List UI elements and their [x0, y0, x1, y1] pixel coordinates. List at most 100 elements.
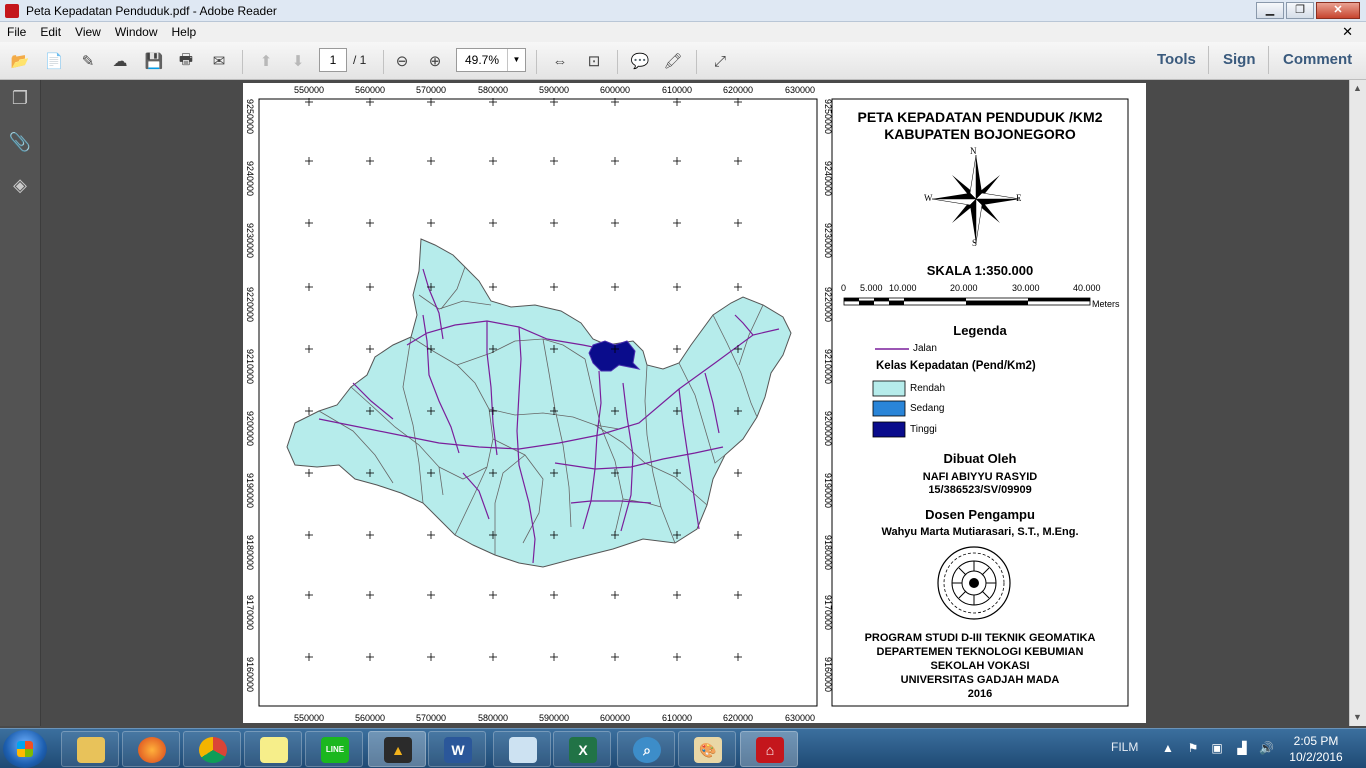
attachments-icon[interactable]: 📎 [8, 132, 32, 156]
vertical-scrollbar[interactable]: ▲ ▼ [1349, 80, 1366, 726]
fit-width-icon[interactable]: ⇔ [548, 50, 572, 72]
menu-edit[interactable]: Edit [33, 25, 68, 39]
y-tick-left-9160000: 9160000 [245, 657, 255, 692]
zoom-out-icon[interactable]: ⊖ [390, 50, 414, 72]
taskbar-adobe-reader[interactable]: ⌂ [740, 731, 798, 767]
clock-time: 2:05 PM [1293, 734, 1339, 748]
taskbar-explorer[interactable] [61, 731, 119, 767]
x-tick-bottom-560000: 560000 [355, 713, 385, 723]
sign-button[interactable]: Sign [1223, 51, 1256, 68]
tray-clock[interactable]: 2:05 PM 10/2/2016 [1286, 733, 1346, 765]
legend-swatch-sedang [872, 400, 906, 417]
firefox-icon [138, 737, 166, 763]
start-button[interactable] [3, 730, 47, 768]
full-screen-icon[interactable]: ⤢ [708, 50, 732, 72]
maximize-button[interactable]: ❐ [1286, 2, 1314, 19]
print-icon[interactable]: 🖶 [174, 50, 198, 72]
compass-east: E [1016, 193, 1022, 203]
zoom-select[interactable]: 49.7% ▼ [456, 48, 526, 72]
y-tick-left-9180000: 9180000 [245, 535, 255, 570]
cloud-upload-icon[interactable]: ☁ [108, 50, 132, 72]
previous-page-icon[interactable]: ⬆ [254, 50, 278, 72]
institution-line-3: SEKOLAH VOKASI [930, 660, 1030, 672]
institution-line-4: UNIVERSITAS GADJAH MADA [900, 674, 1060, 686]
scale-bar [843, 297, 1091, 306]
highlight-text-icon[interactable]: 🖍 [661, 50, 685, 72]
lecturer-name: Wahyu Marta Mutiarasari, S.T., M.Eng. [881, 526, 1079, 538]
document-page: 550000 560000 570000 580000 590000 600000 6100… [243, 83, 1146, 723]
scroll-down-icon[interactable]: ▼ [1353, 712, 1362, 722]
legend-label-tinggi: Tinggi [910, 424, 937, 435]
paint-palette-icon: 🎨 [694, 737, 722, 763]
chevron-down-icon[interactable]: ▼ [507, 49, 525, 71]
taskbar-notepad[interactable] [493, 731, 551, 767]
page-thumbnails-icon[interactable]: ❐ [8, 88, 32, 112]
adobe-reader-icon [5, 3, 19, 18]
tray-volume-icon[interactable]: 🔊 [1259, 741, 1274, 755]
menu-help[interactable]: Help [165, 25, 204, 39]
document-close-icon[interactable]: ✕ [1335, 24, 1360, 40]
adobe-reader-taskbar-icon: ⌂ [756, 737, 784, 763]
taskbar-word[interactable]: W [428, 731, 486, 767]
tools-button[interactable]: Tools [1157, 51, 1196, 68]
menu-view[interactable]: View [68, 25, 108, 39]
comment-button[interactable]: Comment [1283, 51, 1352, 68]
zoom-value: 49.7% [465, 53, 500, 67]
clock-date: 10/2/2016 [1289, 750, 1343, 764]
tray-film-label: FILM [1111, 740, 1139, 754]
layers-icon[interactable]: ◈ [8, 175, 32, 199]
scale-tick-1: 5.000 [860, 283, 883, 293]
menu-window[interactable]: Window [108, 25, 165, 39]
x-tick-top-560000: 560000 [355, 85, 385, 95]
page-number-input[interactable]: 1 [319, 48, 347, 72]
author-name: NAFI ABIYYU RASYID [922, 471, 1038, 483]
save-icon[interactable]: 💾 [142, 50, 166, 72]
windows-logo-icon [17, 741, 33, 757]
institution-year: 2016 [967, 688, 993, 700]
tray-expand-icon[interactable]: ▲ [1161, 741, 1175, 755]
sticky-note-icon[interactable]: 💬 [628, 50, 652, 72]
taskbar-paint[interactable]: 🎨 [678, 731, 736, 767]
zoom-in-icon[interactable]: ⊕ [423, 50, 447, 72]
edit-pdf-icon[interactable]: ✎ [76, 50, 100, 72]
compass-north: N [970, 146, 977, 156]
create-pdf-icon[interactable]: 📄 [42, 50, 66, 72]
x-tick-top-580000: 580000 [478, 85, 508, 95]
x-tick-bottom-600000: 600000 [600, 713, 630, 723]
institution-line-1: PROGRAM STUDI D-III TEKNIK GEOMATIKA [864, 632, 1096, 644]
x-tick-top-620000: 620000 [723, 85, 753, 95]
x-tick-bottom-580000: 580000 [478, 713, 508, 723]
scale-title: SKALA 1:350.000 [926, 263, 1034, 278]
taskbar-chrome[interactable] [183, 731, 241, 767]
menu-file[interactable]: File [0, 25, 33, 39]
minimize-button[interactable]: ▁ [1256, 2, 1284, 19]
scroll-up-icon[interactable]: ▲ [1353, 83, 1362, 93]
x-tick-top-610000: 610000 [662, 85, 692, 95]
close-button[interactable]: ✕ [1316, 2, 1360, 19]
fit-page-icon[interactable]: ⊡ [582, 50, 606, 72]
title-bar: Peta Kepadatan Penduduk.pdf - Adobe Read… [0, 0, 1366, 22]
taskbar-firefox[interactable] [122, 731, 180, 767]
made-by-title: Dibuat Oleh [943, 451, 1017, 466]
tray-flag-icon[interactable]: ⚑ [1186, 741, 1200, 755]
email-icon[interactable]: ✉ [207, 50, 231, 72]
x-tick-bottom-590000: 590000 [539, 713, 569, 723]
taskbar-sticky-notes[interactable] [244, 731, 302, 767]
scale-tick-2: 10.000 [889, 283, 917, 293]
menu-bar: File Edit View Window Help ✕ [0, 22, 1366, 42]
x-tick-bottom-630000: 630000 [785, 713, 815, 723]
institution-line-2: DEPARTEMEN TEKNOLOGI KEBUMIAN [876, 646, 1084, 658]
next-page-icon[interactable]: ⬇ [286, 50, 310, 72]
window-title: Peta Kepadatan Penduduk.pdf - Adobe Read… [26, 3, 277, 18]
legend-title: Legenda [953, 323, 1007, 338]
taskbar-arcgis[interactable]: ▲ [368, 731, 426, 767]
tray-device-icon[interactable]: ▣ [1210, 741, 1224, 755]
taskbar-search[interactable]: ⌕ [617, 731, 675, 767]
x-tick-top-550000: 550000 [294, 85, 324, 95]
density-title: Kelas Kepadatan (Pend/Km2) [876, 360, 1036, 372]
taskbar-line[interactable]: LINE [305, 731, 363, 767]
taskbar-excel[interactable]: X [553, 731, 611, 767]
x-tick-bottom-570000: 570000 [416, 713, 446, 723]
open-file-icon[interactable]: 📂 [8, 50, 32, 72]
tray-network-icon[interactable]: ▟ [1235, 741, 1249, 755]
